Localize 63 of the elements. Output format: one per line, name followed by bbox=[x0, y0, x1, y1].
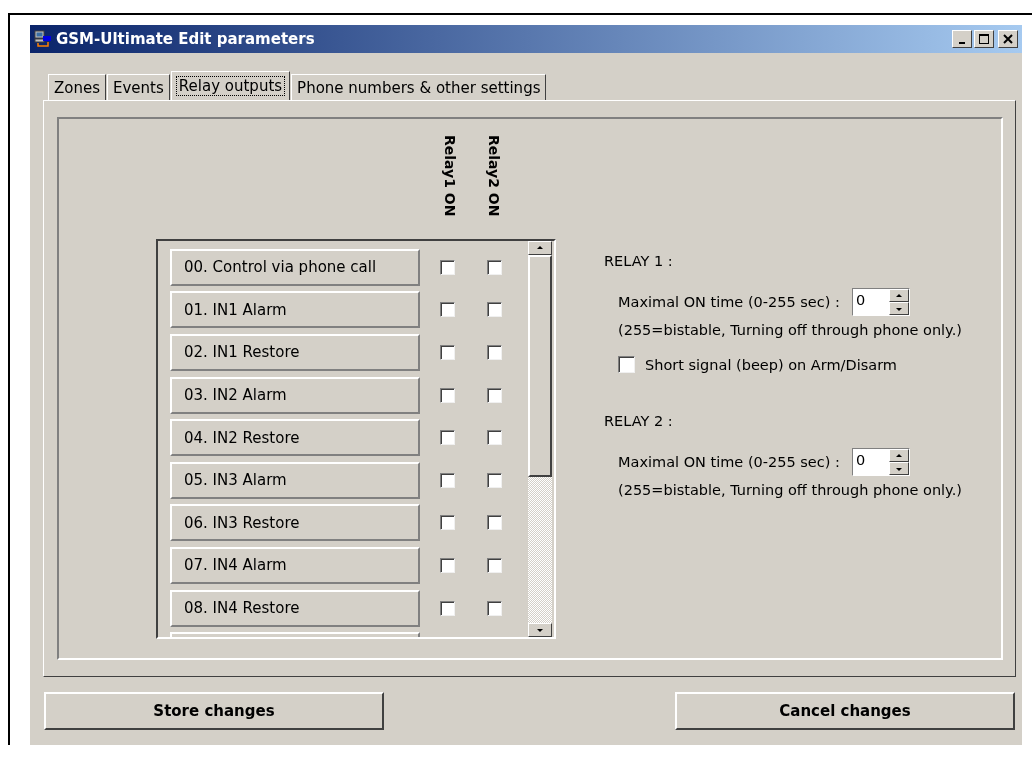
hint-text: (255=bistable, Turning off through phone only.) bbox=[618, 482, 962, 498]
event-button[interactable]: 03. IN2 Alarm bbox=[170, 376, 420, 414]
action-button[interactable]: Cancel changes bbox=[675, 692, 1015, 730]
checkbox[interactable] bbox=[440, 259, 455, 275]
column-header: Relay2 ON bbox=[486, 135, 502, 219]
checkbox[interactable] bbox=[487, 430, 502, 446]
section-heading: RELAY 1 : bbox=[604, 253, 674, 269]
checkbox[interactable] bbox=[487, 472, 502, 488]
event-button[interactable]: 04. IN2 Restore bbox=[170, 419, 420, 457]
up-arrow-icon bbox=[537, 246, 543, 250]
minimize-button[interactable] bbox=[952, 30, 972, 48]
checkbox[interactable] bbox=[487, 515, 502, 531]
field-label: Maximal ON time (0-255 sec) : bbox=[618, 294, 840, 310]
checkbox[interactable] bbox=[487, 557, 502, 573]
section-heading: RELAY 2 : bbox=[604, 413, 674, 429]
checkbox[interactable] bbox=[487, 302, 502, 318]
up-arrow-icon bbox=[895, 453, 902, 458]
down-arrow-icon bbox=[895, 306, 902, 311]
action-button[interactable]: Store changes bbox=[44, 692, 384, 730]
checkbox[interactable] bbox=[440, 302, 455, 318]
checkbox[interactable] bbox=[487, 600, 502, 616]
checkbox[interactable] bbox=[440, 430, 455, 446]
spin-field[interactable]: 0 bbox=[851, 448, 910, 476]
checkbox[interactable] bbox=[487, 387, 502, 403]
scrollbar[interactable] bbox=[528, 241, 552, 637]
checkbox[interactable] bbox=[618, 356, 635, 373]
checkbox[interactable] bbox=[440, 387, 455, 403]
checkbox-label: Short signal (beep) on Arm/Disarm bbox=[645, 356, 897, 373]
maximize-button[interactable] bbox=[974, 30, 994, 48]
up-arrow-icon bbox=[895, 293, 902, 298]
event-button[interactable]: 01. IN1 Alarm bbox=[170, 291, 420, 329]
maximize-icon bbox=[979, 34, 989, 44]
tab[interactable]: Zones bbox=[48, 74, 106, 100]
field-label: Maximal ON time (0-255 sec) : bbox=[618, 454, 840, 470]
event-button[interactable]: 05. IN3 Alarm bbox=[170, 461, 420, 499]
scroll-up-button[interactable] bbox=[528, 241, 552, 255]
tab[interactable]: Events bbox=[107, 74, 170, 100]
hint-text: (255=bistable, Turning off through phone only.) bbox=[618, 322, 962, 338]
scroll-thumb[interactable] bbox=[528, 255, 552, 477]
tab[interactable]: Relay outputs bbox=[170, 71, 291, 100]
spin-field[interactable]: 0 bbox=[851, 288, 910, 316]
checkbox[interactable] bbox=[440, 515, 455, 531]
scroll-down-button[interactable] bbox=[528, 623, 552, 637]
event-button[interactable]: 08. IN4 Restore bbox=[170, 589, 420, 627]
checkbox[interactable] bbox=[440, 600, 455, 616]
tab[interactable]: Phone numbers & other settings bbox=[291, 74, 547, 100]
checkbox[interactable] bbox=[440, 345, 455, 360]
down-arrow-icon bbox=[537, 628, 543, 632]
event-button[interactable]: 00. Control via phone call bbox=[170, 248, 420, 286]
down-arrow-icon bbox=[895, 466, 902, 471]
window-title: GSM-Ultimate Edit parameters bbox=[56, 30, 316, 48]
column-header: Relay1 ON bbox=[442, 135, 458, 219]
minimize-icon bbox=[959, 41, 965, 44]
close-icon bbox=[1003, 34, 1013, 44]
event-button[interactable]: 02. IN1 Restore bbox=[170, 334, 420, 371]
event-button[interactable]: 06. IN3 Restore bbox=[170, 504, 420, 542]
close-button[interactable] bbox=[998, 30, 1018, 48]
checkbox[interactable] bbox=[440, 472, 455, 488]
checkbox[interactable] bbox=[440, 557, 455, 573]
computer-icon bbox=[34, 30, 52, 48]
checkbox[interactable] bbox=[487, 345, 502, 360]
checkbox[interactable] bbox=[487, 259, 502, 275]
event-button[interactable]: 07. IN4 Alarm bbox=[170, 546, 420, 584]
